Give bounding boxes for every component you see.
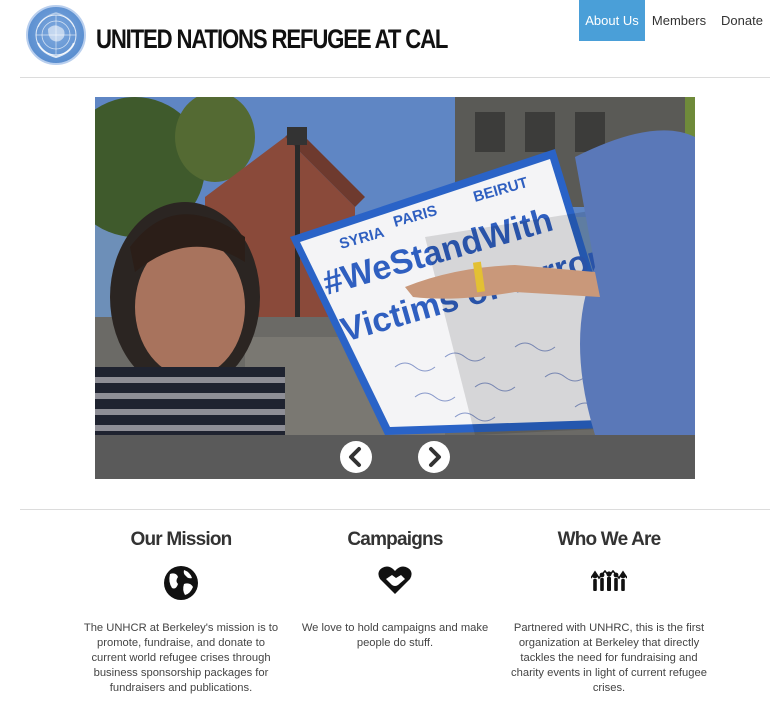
chevron-left-icon[interactable] [340,441,372,473]
nav-members[interactable]: Members [650,0,708,41]
chevron-right-icon[interactable] [418,441,450,473]
who-we-are-text: Partnered with UNHRC, this is the first … [511,622,707,694]
people-group-icon [511,554,707,616]
mission-title: Our Mission [130,529,233,550]
photo-slideshow: SYRIA PARIS BEIRUT #WeStandWith Victims … [95,97,695,479]
who-we-are-title: Who We Are [557,529,662,550]
header-divider [20,77,770,78]
nav-donate[interactable]: Donate [716,0,768,41]
mission-text: The UNHCR at Berkeley's mission is to pr… [83,622,279,694]
slide-photo: SYRIA PARIS BEIRUT #WeStandWith Victims … [95,97,695,435]
heart-handshake-icon [297,554,493,616]
who-we-are-column: Who We Are Partnered with UNHRC, this is… [511,526,707,696]
nav-about-us[interactable]: About Us [579,0,645,41]
site-header: UNITED NATIONS REFUGEE AT CAL About Us M… [0,0,780,78]
un-emblem-icon[interactable] [26,5,86,65]
section-divider [20,509,770,510]
campaigns-title: Campaigns [347,529,443,550]
slideshow-controls [95,435,695,479]
site-title[interactable]: UNITED NATIONS REFUGEE AT CAL [96,24,448,55]
globe-icon [83,554,279,616]
campaigns-column: Campaigns We love to hold campaigns and … [297,526,493,651]
campaigns-text: We love to hold campaigns and make peopl… [301,622,489,649]
mission-column: Our Mission The UNHCR at Berkeley's miss… [83,526,279,696]
